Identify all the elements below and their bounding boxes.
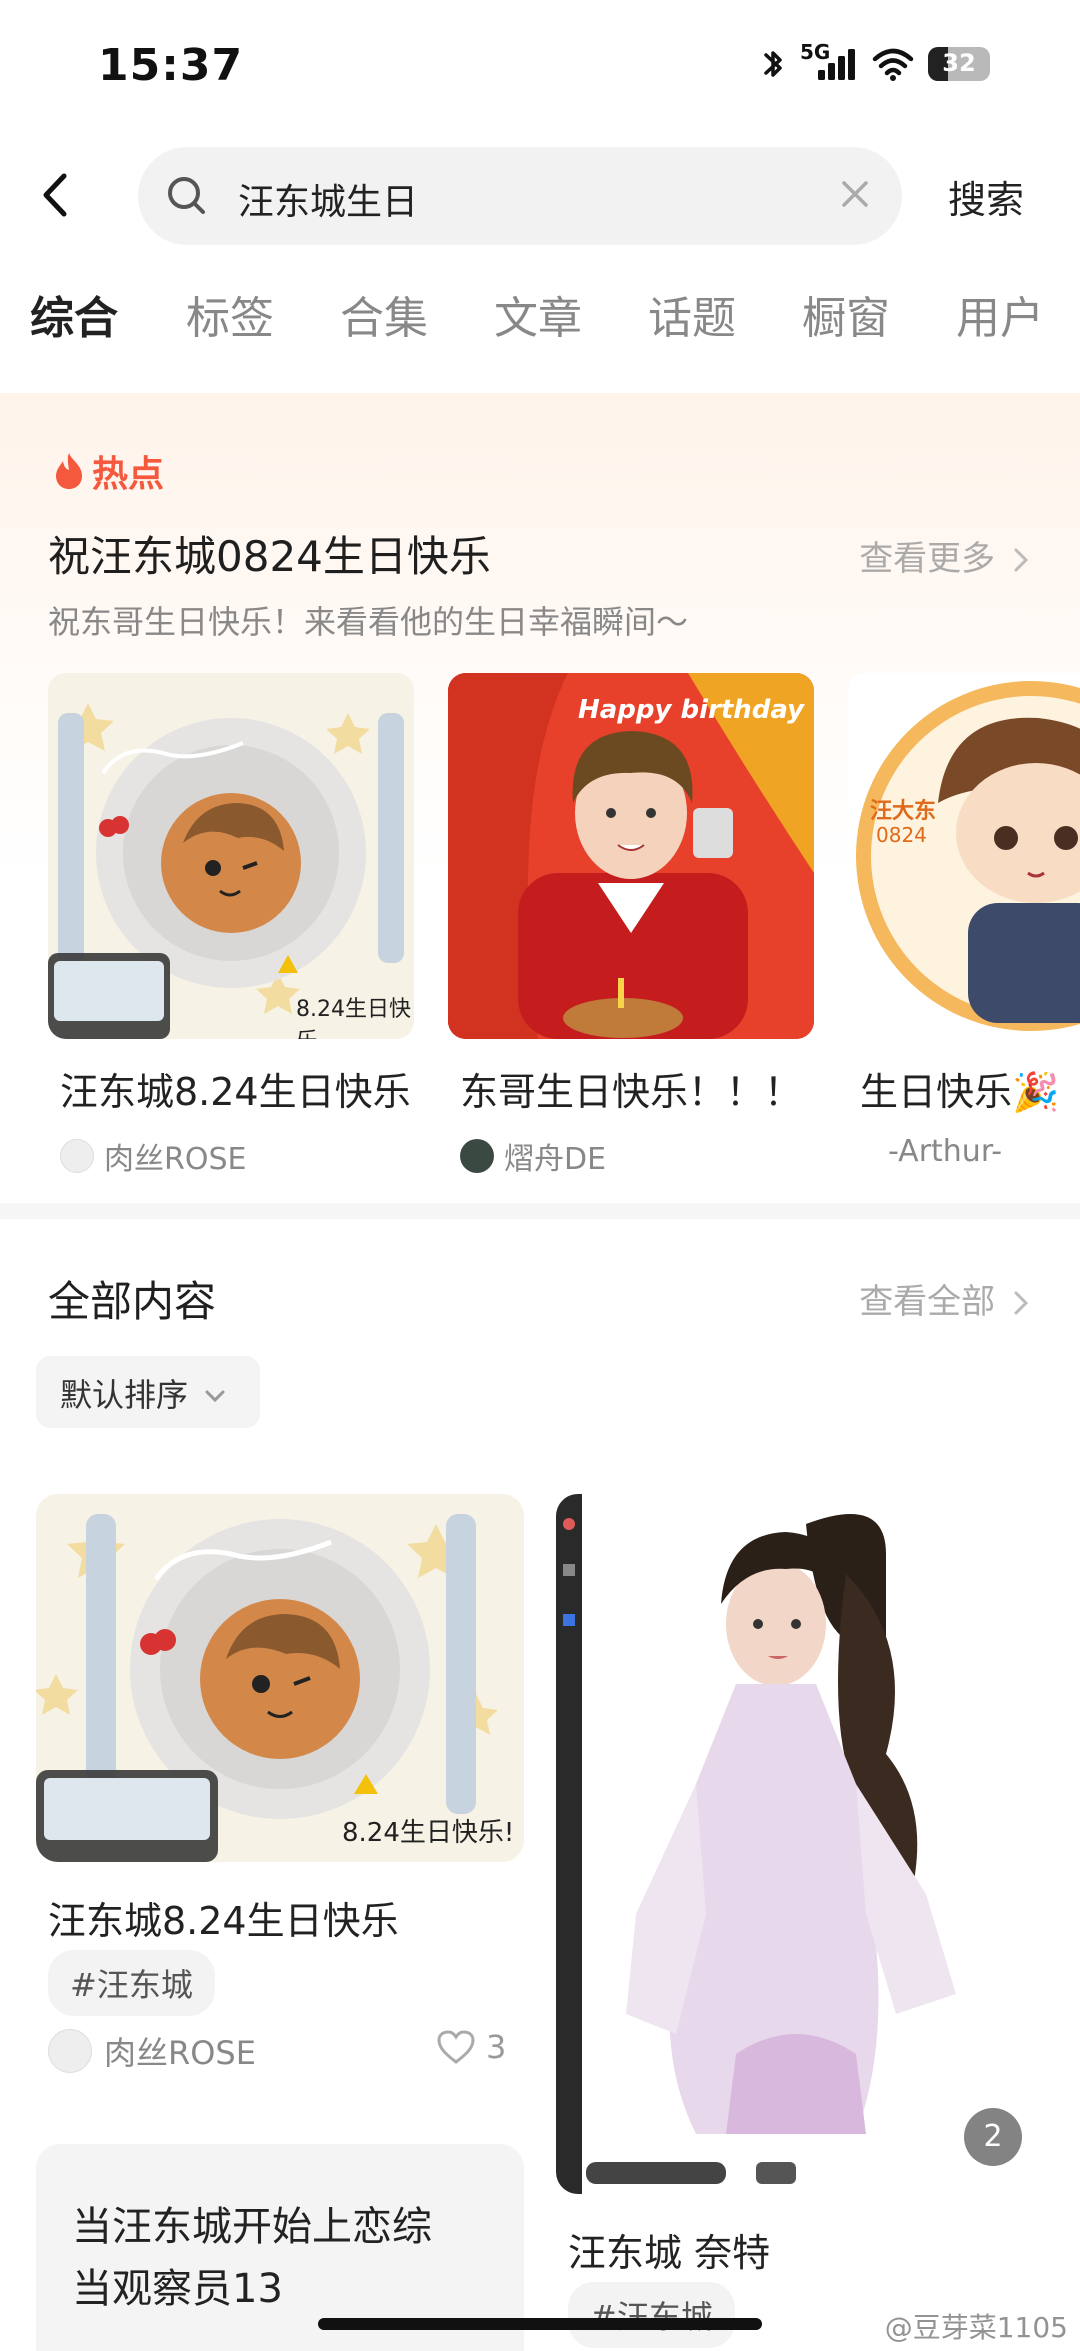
avatar bbox=[48, 2029, 92, 2073]
all-content-title: 全部内容 bbox=[48, 1277, 217, 1326]
search-query: 汪东城生日 bbox=[238, 182, 419, 223]
chevron-right-icon bbox=[1014, 548, 1029, 572]
chevron-right-icon bbox=[1014, 1291, 1029, 1315]
hot-card-title: 东哥生日快乐！！！ bbox=[460, 1070, 803, 1114]
hot-card-image: Happy birthday bbox=[448, 673, 814, 1039]
feed-card-author[interactable]: 肉丝ROSE bbox=[48, 2028, 256, 2074]
hot-card[interactable]: 汪大东 0824 生日快乐🎉 -Arthur- bbox=[848, 673, 1080, 1169]
search-button[interactable]: 搜索 bbox=[948, 169, 1024, 224]
like-count: 3 bbox=[486, 2028, 507, 2066]
chevron-down-icon bbox=[205, 1390, 225, 1403]
avatar bbox=[60, 1139, 94, 1173]
like-button[interactable]: 3 bbox=[436, 2028, 506, 2066]
tab-标签[interactable]: 标签 bbox=[186, 282, 274, 346]
hot-card-list: 8.24生日快乐 汪东城8.24生日快乐 肉丝ROSE bbox=[48, 673, 1080, 1193]
tab-bar: 综合 标签 合集 文章 话题 橱窗 用户 bbox=[0, 282, 1080, 352]
feed-card-tag[interactable]: #汪东城 bbox=[48, 1950, 215, 2016]
battery-level: 32 bbox=[942, 49, 976, 77]
search-input[interactable]: 汪东城生日 bbox=[138, 147, 902, 245]
author-name: -Arthur- bbox=[888, 1134, 1003, 1169]
watermark: @豆芽菜1105 bbox=[884, 2311, 1068, 2344]
hot-topic-subtitle: 祝东哥生日快乐！来看看他的生日幸福瞬间～ bbox=[48, 603, 689, 641]
hot-card-image-text-2: 0824 bbox=[876, 823, 927, 847]
hot-label: 热点 bbox=[52, 445, 164, 497]
hot-card-image: 8.24生日快乐 bbox=[48, 673, 414, 1039]
author-name: 肉丝ROSE bbox=[104, 1142, 247, 1177]
hot-card-image-text: 8.24生日快乐 bbox=[296, 997, 411, 1039]
feed-card-title[interactable]: 汪东城 奈特 bbox=[568, 2222, 770, 2277]
tab-合集[interactable]: 合集 bbox=[340, 282, 428, 346]
see-all-label: 查看全部 bbox=[859, 1282, 996, 1322]
hot-card-title: 汪东城8.24生日快乐 bbox=[60, 1070, 411, 1114]
hot-label-text: 热点 bbox=[92, 454, 165, 495]
back-icon bbox=[43, 173, 67, 217]
avatar bbox=[460, 1139, 494, 1173]
sort-dropdown[interactable]: 默认排序 bbox=[36, 1356, 260, 1428]
hot-topic-section: 热点 祝汪东城0824生日快乐 查看更多 祝东哥生日快乐！来看看他的生日幸福瞬间… bbox=[0, 393, 1080, 1203]
home-indicator[interactable] bbox=[318, 2318, 762, 2330]
heart-icon bbox=[437, 2030, 475, 2064]
tab-综合[interactable]: 综合 bbox=[30, 282, 118, 346]
feed-card-tag[interactable]: #汪东城 bbox=[568, 2282, 735, 2348]
feed-card-title[interactable]: 汪东城8.24生日快乐 bbox=[48, 1890, 399, 1945]
status-icons: 5G 32 bbox=[760, 40, 990, 82]
section-divider bbox=[0, 1203, 1080, 1219]
see-all-link[interactable]: 查看全部 bbox=[859, 1274, 1030, 1323]
hot-topic-title[interactable]: 祝汪东城0824生日快乐 bbox=[48, 523, 491, 584]
hot-card-image-text: 汪大东 bbox=[870, 799, 937, 824]
see-more-label: 查看更多 bbox=[859, 539, 996, 579]
tab-话题[interactable]: 话题 bbox=[648, 282, 736, 346]
search-row: 汪东城生日 搜索 bbox=[0, 145, 1080, 245]
tab-文章[interactable]: 文章 bbox=[494, 282, 582, 346]
sort-label: 默认排序 bbox=[60, 1376, 189, 1414]
signal-icon: 5G bbox=[800, 40, 858, 82]
hot-card-author: 熠舟DE bbox=[448, 1134, 814, 1178]
author-name: 熠舟DE bbox=[504, 1142, 607, 1177]
tab-橱窗[interactable]: 橱窗 bbox=[802, 282, 890, 346]
status-time: 15:37 bbox=[98, 40, 244, 91]
author-name: 肉丝ROSE bbox=[104, 2034, 256, 2072]
back-button[interactable] bbox=[40, 170, 80, 220]
feed-card-image[interactable]: 2 bbox=[556, 1494, 1044, 2194]
clear-icon[interactable] bbox=[840, 179, 870, 209]
page-count-badge: 2 bbox=[964, 2108, 1022, 2166]
hot-card[interactable]: 8.24生日快乐 汪东城8.24生日快乐 肉丝ROSE bbox=[48, 673, 414, 1178]
hot-card[interactable]: Happy birthday 东哥生日快乐！！！ 熠舟DE bbox=[448, 673, 814, 1178]
status-bar: 15:37 5G 32 bbox=[0, 0, 1080, 140]
feed-card-image[interactable]: 8.24生日快乐! bbox=[36, 1494, 524, 1862]
text-post-body: 当汪东城开始上恋综 当观察员13 bbox=[72, 2204, 432, 2312]
fire-icon bbox=[56, 453, 82, 489]
hot-card-title: 生日快乐🎉 bbox=[860, 1070, 1060, 1114]
bluetooth-icon bbox=[764, 51, 782, 77]
see-more-link[interactable]: 查看更多 bbox=[859, 531, 1030, 580]
battery-icon: 32 bbox=[928, 47, 990, 81]
search-icon bbox=[168, 177, 205, 214]
hot-card-image: 汪大东 0824 bbox=[848, 673, 1080, 1039]
wifi-icon bbox=[872, 48, 914, 81]
feed-image-text: 8.24生日快乐! bbox=[342, 1818, 515, 1848]
hot-card-author: -Arthur- bbox=[848, 1134, 1080, 1169]
hot-card-image-text: Happy birthday bbox=[578, 695, 805, 725]
tab-用户[interactable]: 用户 bbox=[956, 282, 1044, 346]
hot-card-author: 肉丝ROSE bbox=[48, 1134, 414, 1178]
